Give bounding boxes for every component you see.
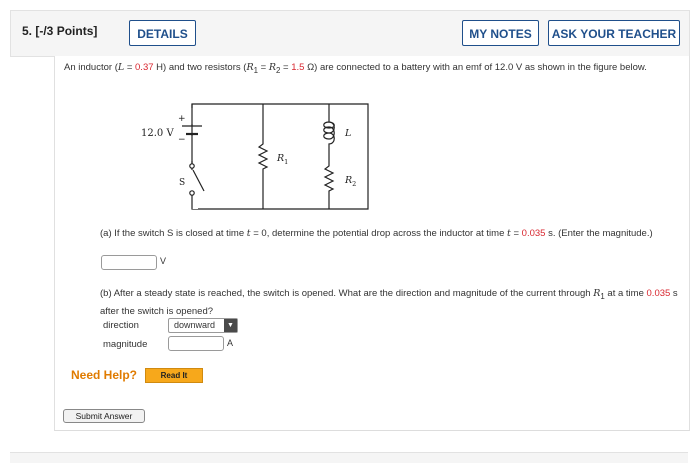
question-points: [-/3 Points] bbox=[35, 24, 98, 38]
r2-label: R2 bbox=[344, 175, 356, 188]
part-b-text: (b) After a steady state is reached, the… bbox=[100, 288, 678, 317]
part-a-answer-input[interactable] bbox=[101, 255, 157, 270]
chevron-down-icon: ▼ bbox=[224, 319, 237, 332]
battery-minus-sign: − bbox=[178, 135, 186, 145]
question-title: 5. [-/3 Points] bbox=[22, 24, 97, 38]
r1-label: R1 bbox=[276, 153, 288, 166]
part-a-time-value: 0.035 bbox=[521, 228, 546, 239]
resistor-r1 bbox=[257, 104, 269, 209]
next-question-bar bbox=[10, 452, 688, 463]
inductor-coil bbox=[323, 104, 335, 160]
battery-voltage-label: 12.0 V bbox=[141, 128, 174, 139]
resistance-value: 1.5 bbox=[291, 62, 305, 73]
need-help-label: Need Help? bbox=[71, 368, 138, 382]
part-a-unit: V bbox=[160, 256, 167, 266]
part-b-unit: A bbox=[227, 338, 234, 348]
magnitude-input[interactable] bbox=[168, 336, 224, 351]
switch-terminal-top bbox=[189, 163, 195, 169]
ask-your-teacher-button[interactable]: ASK YOUR TEACHER bbox=[548, 20, 680, 46]
circuit-diagram: + − 12.0 V S R1 L R2 bbox=[141, 103, 369, 210]
part-b-time-value: 0.035 bbox=[646, 288, 671, 299]
read-it-button[interactable]: Read It bbox=[145, 368, 203, 383]
submit-answer-button[interactable]: Submit Answer bbox=[63, 409, 145, 423]
inductance-value: 0.37 bbox=[135, 62, 154, 73]
resistor-r2 bbox=[323, 160, 335, 209]
direction-select[interactable]: downward ▼ bbox=[168, 318, 238, 333]
magnitude-label: magnitude bbox=[103, 339, 148, 350]
battery-plus-sign: + bbox=[178, 114, 186, 124]
direction-label: direction bbox=[103, 320, 139, 331]
question-number: 5. bbox=[22, 24, 33, 38]
part-a-text: (a) If the switch S is closed at time t … bbox=[100, 228, 653, 239]
problem-statement: An inductor (L = 0.37 H) and two resisto… bbox=[64, 62, 647, 75]
inductor-label: L bbox=[344, 128, 351, 139]
switch-label: S bbox=[179, 178, 185, 188]
direction-selected-value: downward bbox=[174, 320, 216, 330]
switch-terminal-bottom bbox=[189, 190, 195, 196]
details-button[interactable]: DETAILS bbox=[129, 20, 196, 46]
my-notes-button[interactable]: MY NOTES bbox=[462, 20, 539, 46]
